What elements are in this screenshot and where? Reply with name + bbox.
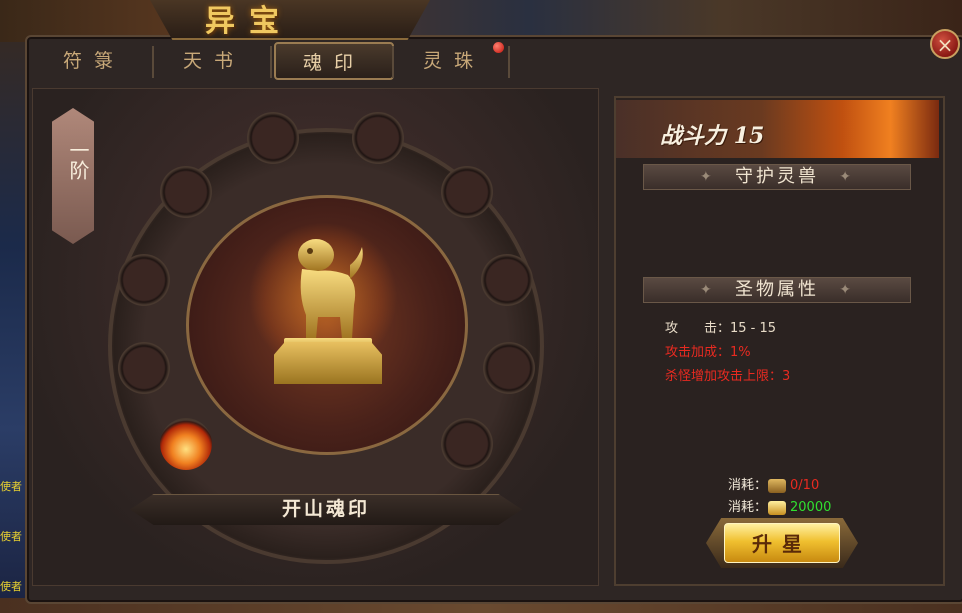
seal-slot[interactable] [352, 112, 404, 164]
decor-icon: ✦ [839, 282, 854, 298]
lion-seal-icon [298, 239, 363, 339]
tab-tianshu[interactable]: 天书 [154, 42, 274, 80]
tab-divider [270, 46, 272, 78]
side-chat-text: 使者 [0, 480, 22, 493]
decor-icon: ✦ [839, 169, 854, 185]
section-header-guard: ✦ 守护灵兽 ✦ [643, 164, 911, 190]
seal-slot[interactable] [483, 342, 535, 394]
seal-name: 开山魂印 [281, 498, 370, 520]
tab-bar: 符箓 天书 魂印 灵珠 [30, 40, 930, 82]
upgrade-star-button[interactable]: 升星 [724, 523, 840, 563]
tab-divider [508, 46, 510, 78]
tab-fulu[interactable]: 符箓 [34, 42, 154, 80]
tab-hunyin[interactable]: 魂印 [274, 42, 394, 80]
seal-slot[interactable] [118, 342, 170, 394]
seal-slot[interactable] [481, 254, 533, 306]
seal-pedestal [274, 342, 382, 384]
section-header-attributes: ✦ 圣物属性 ✦ [643, 277, 911, 303]
seal-slot[interactable] [247, 112, 299, 164]
seal-slot[interactable] [160, 166, 212, 218]
notification-dot [493, 42, 504, 53]
cost-row-seal: 消耗： 0/10 [728, 478, 820, 493]
stat-attack: 攻 击：15 - 15 [665, 321, 777, 336]
rank-label: 一阶 [66, 140, 90, 180]
side-chat-text: 使者 [0, 580, 22, 593]
seal-slot-lit-fire-icon[interactable] [160, 418, 212, 470]
side-chat-text: 使者 [0, 530, 22, 543]
seal-slot[interactable] [441, 166, 493, 218]
stat-attack-bonus: 攻击加成：1% [665, 345, 751, 360]
gold-ingot-icon [768, 500, 787, 515]
window-title: 异宝 [205, 4, 293, 39]
cost-row-gold: 消耗： 20000 [728, 500, 832, 515]
lion-seal-icon [768, 478, 787, 493]
decor-icon: ✦ [700, 282, 715, 298]
stat-kill-attack-cap: 杀怪增加攻击上限：3 [665, 369, 791, 384]
close-button[interactable]: × [930, 29, 960, 59]
decor-icon: ✦ [700, 169, 715, 185]
seal-slot[interactable] [441, 418, 493, 470]
combat-power: 战斗力 15 [660, 123, 765, 149]
seal-slot[interactable] [118, 254, 170, 306]
